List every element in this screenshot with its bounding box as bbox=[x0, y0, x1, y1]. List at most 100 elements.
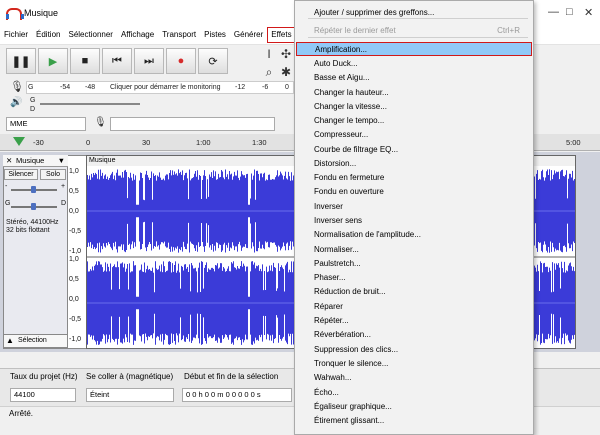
skip-start-button[interactable]: ⏮ bbox=[102, 48, 132, 74]
effects-menu-item-label: Normaliser... bbox=[314, 245, 359, 254]
ruler-tick: 30 bbox=[142, 138, 151, 147]
effects-menu-item-label: Étirement glissant... bbox=[314, 416, 385, 425]
effects-menu-item-label: Égaliseur graphique... bbox=[314, 402, 392, 411]
scale-label: 0,0 bbox=[69, 296, 79, 303]
effects-menu-item[interactable]: Changer le tempo... bbox=[296, 114, 532, 128]
project-rate-select[interactable]: 44100 bbox=[10, 388, 76, 402]
skip-start-icon: ⏮ bbox=[112, 54, 122, 67]
pause-icon: ❚❚ bbox=[11, 55, 31, 68]
effects-menu-item[interactable]: Courbe de filtrage EQ... bbox=[296, 143, 532, 157]
effects-menu-item[interactable]: Suppression des clics... bbox=[296, 343, 532, 357]
effects-menu-item-label: Répéter... bbox=[314, 316, 349, 325]
track-name[interactable]: Musique bbox=[16, 155, 44, 166]
effects-menu-item-label: Ajouter / supprimer des greffons... bbox=[314, 8, 435, 17]
play-head-icon bbox=[13, 137, 25, 146]
effects-menu-item[interactable]: Wahwah... bbox=[296, 371, 532, 385]
menu-separator bbox=[308, 37, 528, 38]
effects-menu-item-label: Réverbération... bbox=[314, 330, 371, 339]
track-menu-chevron-icon[interactable]: ▼ bbox=[58, 155, 65, 166]
effects-menu-item-label: Basse et Aigu... bbox=[314, 73, 370, 82]
close-icon[interactable]: ✕ bbox=[584, 6, 593, 19]
effects-menu-item[interactable]: Réparer bbox=[296, 300, 532, 314]
playback-label-g: G bbox=[30, 97, 36, 104]
gain-knob[interactable] bbox=[31, 186, 36, 193]
effects-menu-item-label: Changer la vitesse... bbox=[314, 102, 387, 111]
effects-menu-item-label: Fondu en fermeture bbox=[314, 173, 385, 182]
pan-right-label: D bbox=[61, 200, 67, 207]
effects-menu-item-label: Réduction de bruit... bbox=[314, 287, 386, 296]
mic-device-icon: 🎙 bbox=[94, 117, 107, 128]
effects-menu-item[interactable]: Normalisation de l'amplitude... bbox=[296, 228, 532, 242]
skip-end-icon: ⏭ bbox=[144, 54, 154, 67]
effects-menu-item[interactable]: Fondu en ouverture bbox=[296, 185, 532, 199]
selection-range-label: Début et fin de la sélection bbox=[184, 372, 279, 381]
mute-button[interactable]: Silencer bbox=[4, 169, 38, 180]
effects-menu-item[interactable]: Paulstretch... bbox=[296, 257, 532, 271]
effects-menu-item[interactable]: Inverser sens bbox=[296, 214, 532, 228]
ruler-tick: 1:00 bbox=[196, 138, 211, 147]
menu-transport[interactable]: Transport bbox=[158, 28, 200, 42]
effects-menu-item[interactable]: Étirement glissant... bbox=[296, 414, 532, 428]
selection-tool-icon[interactable]: I bbox=[261, 46, 277, 62]
minimize-icon[interactable]: — bbox=[548, 6, 559, 18]
effects-menu-item-label: Auto Duck... bbox=[314, 59, 358, 68]
skip-end-button[interactable]: ⏭ bbox=[134, 48, 164, 74]
snap-select[interactable]: Éteint bbox=[86, 388, 174, 402]
menu-pistes[interactable]: Pistes bbox=[200, 28, 230, 42]
effects-menu-item[interactable]: Fondu en fermeture bbox=[296, 171, 532, 185]
effects-menu-item[interactable]: Distorsion... bbox=[296, 157, 532, 171]
effects-menu-item[interactable]: Normaliser... bbox=[296, 243, 532, 257]
envelope-tool-icon[interactable]: ✣ bbox=[278, 46, 294, 62]
effects-menu-item[interactable]: Basse et Aigu... bbox=[296, 71, 532, 85]
recording-device-select[interactable] bbox=[110, 117, 275, 131]
track-info-format: Stéréo, 44100Hz bbox=[6, 219, 59, 226]
loop-button[interactable]: ⟳ bbox=[198, 48, 228, 74]
collapse-track-icon[interactable]: ▲ bbox=[6, 336, 14, 345]
meter-label-6: -6 bbox=[262, 84, 269, 91]
meter-label-48: -48 bbox=[85, 84, 96, 91]
effects-menu-item[interactable]: Répéter... bbox=[296, 314, 532, 328]
menu-effets[interactable]: Effets bbox=[267, 26, 296, 43]
menu-selectionner[interactable]: Sélectionner bbox=[64, 28, 116, 42]
effects-menu-item-label: Normalisation de l'amplitude... bbox=[314, 230, 421, 239]
track-header[interactable]: ✕ Musique ▼ bbox=[3, 155, 68, 167]
effects-menu-item[interactable]: Auto Duck... bbox=[296, 57, 532, 71]
menu-fichier[interactable]: Fichier bbox=[0, 28, 32, 42]
effects-menu-item[interactable]: Amplification... bbox=[296, 42, 532, 56]
menu-generer[interactable]: Générer bbox=[230, 28, 267, 42]
audio-host-select[interactable]: MME bbox=[6, 117, 86, 131]
playback-volume-slider[interactable] bbox=[40, 103, 140, 105]
effects-menu-item[interactable]: Réduction de bruit... bbox=[296, 285, 532, 299]
menu-affichage[interactable]: Affichage bbox=[117, 28, 158, 42]
effects-menu-item-label: Réparer bbox=[314, 302, 343, 311]
effects-menu-item-label: Suppression des clics... bbox=[314, 345, 399, 354]
loop-icon: ⟳ bbox=[208, 55, 218, 68]
selection-start-field[interactable]: 0 0 h 0 0 m 0 0 0 0 0 s bbox=[182, 388, 292, 402]
pan-knob[interactable] bbox=[31, 203, 36, 210]
speaker-icon: 🔊 bbox=[10, 97, 23, 108]
menu-edition[interactable]: Édition bbox=[32, 28, 64, 42]
stop-button[interactable]: ■ bbox=[70, 48, 100, 74]
solo-button[interactable]: Solo bbox=[40, 169, 66, 180]
status-text: Arrêté. bbox=[9, 409, 34, 418]
play-button[interactable]: ▶ bbox=[38, 48, 68, 74]
pause-button[interactable]: ❚❚ bbox=[6, 48, 36, 74]
maximize-icon[interactable]: □ bbox=[566, 6, 573, 18]
effects-menu-item-label: Changer le tempo... bbox=[314, 116, 385, 125]
snap-label: Se coller à (magnétique) bbox=[86, 372, 174, 381]
close-track-icon[interactable]: ✕ bbox=[6, 155, 12, 166]
effects-menu-item[interactable]: Égaliseur graphique... bbox=[296, 400, 532, 414]
record-button[interactable]: ● bbox=[166, 48, 196, 74]
effects-menu-item[interactable]: Changer la hauteur... bbox=[296, 86, 532, 100]
effects-menu-item-label: Compresseur... bbox=[314, 130, 369, 139]
audacity-logo-icon bbox=[6, 7, 24, 20]
effects-menu-item[interactable]: Inverser bbox=[296, 200, 532, 214]
effects-menu-item[interactable]: Écho... bbox=[296, 386, 532, 400]
effects-menu-item[interactable]: Phaser... bbox=[296, 271, 532, 285]
ruler-tick: -30 bbox=[33, 138, 44, 147]
effects-menu-item[interactable]: Tronquer le silence... bbox=[296, 357, 532, 371]
effects-menu-item-label: Changer la hauteur... bbox=[314, 88, 389, 97]
effects-menu-item[interactable]: Réverbération... bbox=[296, 328, 532, 342]
effects-menu-item[interactable]: Compresseur... bbox=[296, 128, 532, 142]
effects-menu-item[interactable]: Changer la vitesse... bbox=[296, 100, 532, 114]
